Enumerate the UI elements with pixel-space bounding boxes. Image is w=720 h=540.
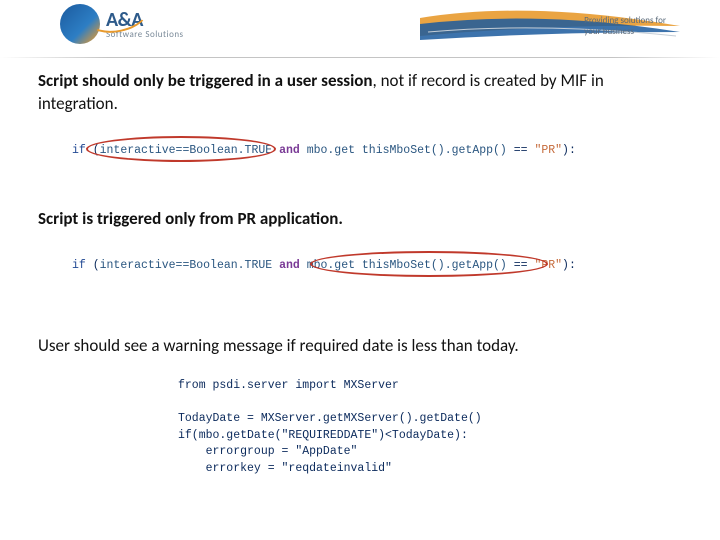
paragraph-2: Script is triggered only from PR applica… — [38, 208, 682, 231]
paragraph-3-text: User should see a warning message if req… — [38, 335, 519, 356]
content-area: Script should only be triggered in a use… — [0, 58, 720, 478]
tagline: Providing solutions for your business — [584, 16, 666, 38]
paragraph-2-text: Script is triggered only from PR applica… — [38, 208, 343, 229]
code-1-text: if (interactive==Boolean.TRUE and mbo.ge… — [72, 144, 576, 157]
code-block: from psdi.server import MXServer TodayDa… — [178, 378, 682, 478]
tagline-line-2: your business — [584, 27, 666, 38]
page-header: A&A Software Solutions Providing solutio… — [0, 0, 720, 58]
code-snippet-2: if (interactive==Boolean.TRUE and mbo.ge… — [72, 253, 592, 279]
paragraph-3: User should see a warning message if req… — [38, 335, 682, 358]
company-logo: A&A Software Solutions — [60, 4, 184, 44]
code-2-text: if (interactive==Boolean.TRUE and mbo.ge… — [72, 259, 576, 272]
header-divider — [0, 57, 720, 58]
paragraph-1-bold: Script should only be triggered in a use… — [38, 70, 373, 91]
paragraph-1: Script should only be triggered in a use… — [38, 70, 682, 116]
code-snippet-1: if (interactive==Boolean.TRUE and mbo.ge… — [72, 138, 592, 164]
globe-icon — [60, 4, 100, 44]
